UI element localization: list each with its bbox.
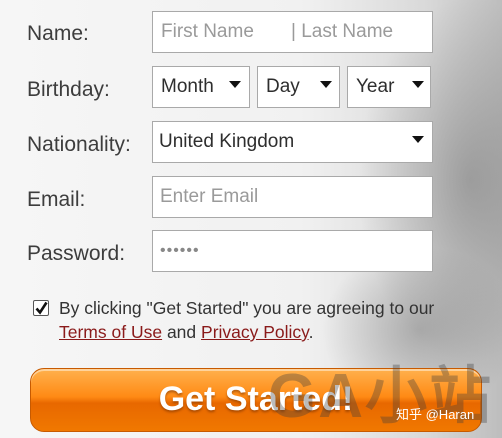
password-field[interactable]: •••••• [152, 230, 433, 272]
agreement-prefix: By clicking "Get Started" you are agreei… [59, 298, 435, 318]
chevron-down-icon [412, 81, 424, 88]
nationality-label: Nationality: [27, 133, 131, 156]
agreement-and: and [162, 322, 202, 342]
agreement-text: By clicking "Get Started" you are agreei… [59, 296, 479, 344]
birthday-label: Birthday: [27, 78, 110, 101]
password-value: •••••• [160, 242, 200, 259]
nationality-value: United Kingdom [159, 131, 295, 152]
month-value: Month [161, 76, 214, 97]
day-value: Day [266, 76, 300, 97]
email-field[interactable]: Enter Email [152, 176, 433, 218]
year-value: Year [356, 76, 395, 97]
month-select[interactable]: Month [152, 66, 250, 108]
watermark-credit: 知乎 @Haran [396, 407, 475, 422]
chevron-down-icon [320, 81, 332, 88]
name-label: Name: [27, 22, 89, 45]
first-name-placeholder: First Name [161, 21, 254, 42]
day-select[interactable]: Day [257, 66, 340, 108]
name-field[interactable]: First Name | Last Name [152, 11, 433, 53]
email-label: Email: [27, 188, 86, 211]
password-label: Password: [27, 242, 126, 265]
chevron-down-icon [229, 81, 241, 88]
last-name-placeholder: | Last Name [291, 21, 394, 42]
agree-checkbox[interactable] [33, 300, 49, 316]
terms-of-use-link[interactable]: Terms of Use [59, 322, 162, 342]
nationality-select[interactable]: United Kingdom [152, 121, 433, 163]
email-placeholder: Enter Email [160, 186, 259, 207]
privacy-policy-link[interactable]: Privacy Policy [201, 322, 309, 342]
agreement-suffix: . [308, 322, 314, 342]
checkmark-icon [35, 301, 48, 315]
chevron-down-icon [412, 136, 424, 143]
year-select[interactable]: Year [347, 66, 431, 108]
